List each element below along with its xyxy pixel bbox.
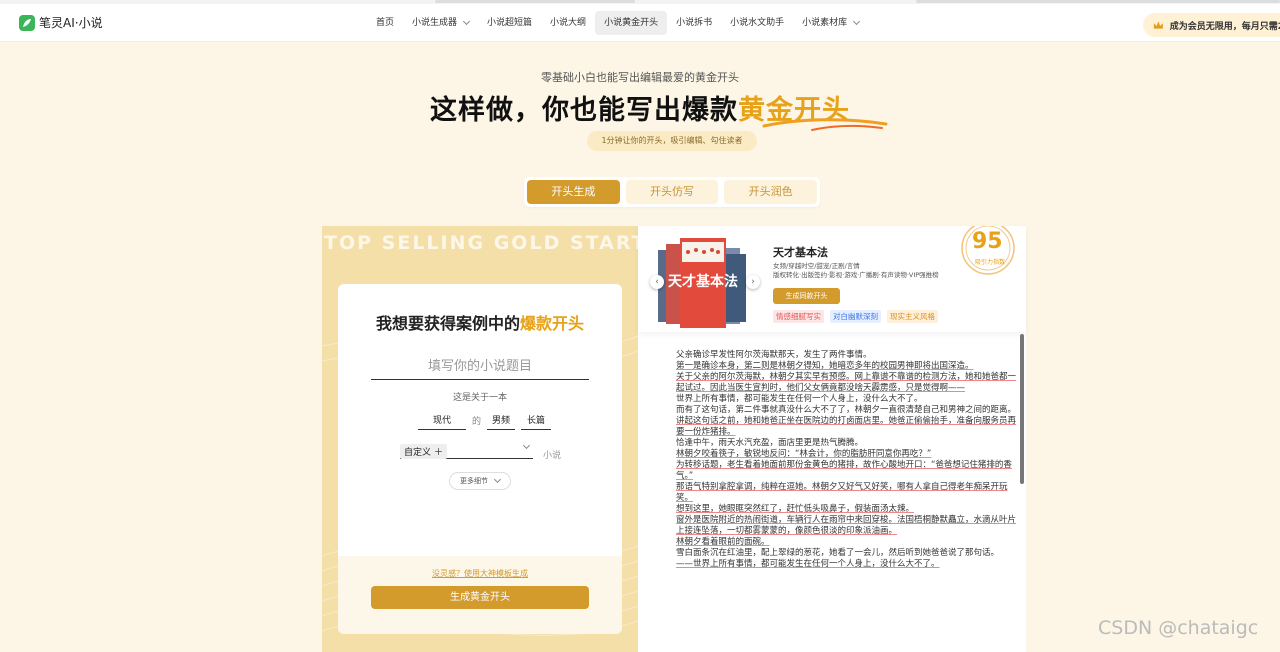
prev-arrow-icon[interactable]: ‹ [650,275,664,289]
main-nav: 首页 小说生成器 小说超短篇 小说大纲 小说黄金开头 小说拆书 小说水文助手 小… [367,11,868,35]
vip-text: 成为会员无限用，每月只需2毛 [1169,21,1280,32]
nav-item-home[interactable]: 首页 [367,11,403,35]
audience-select[interactable]: 男频 [487,413,516,430]
story-paragraph: 林朝夕看着眼前的面碗。 [676,537,770,547]
style-badge: 现实主义风格 [887,310,938,323]
more-details-button[interactable]: 更多细节 [449,472,511,490]
nav-item-book-breakdown[interactable]: 小说拆书 [667,11,721,35]
generate-button[interactable]: 生成黄金开头 [371,586,589,609]
score-label: 吸引力指数 [975,259,1006,266]
next-arrow-icon[interactable]: › [746,275,760,289]
tab-strip-segment [435,0,635,3]
tag-row: 现代 的 男频 长篇 [418,413,552,430]
custom-label: 自定义 [404,447,432,458]
of-label: 的 [472,417,482,427]
background-text: TOP SELLING GOLD START [324,232,638,254]
story-paragraph: 林朝夕咬着筷子，敏锐地反问：“林会计，你的脂肪肝同意你再吃？” [676,449,932,459]
swoosh-decoration [762,118,888,131]
hero-title: 这样做，你也能写出爆款黄金开头 [0,88,1280,127]
card-footer: 没灵感？使用大神模板生成 生成黄金开头 [338,556,622,634]
nav-item-golden-opening[interactable]: 小说黄金开头 [595,11,668,35]
top-header: 笔灵AI·小说 首页 小说生成器 小说超短篇 小说大纲 小说黄金开头 小说拆书 … [0,4,1280,42]
example-panel: 天才基本法 ‹ › 天才基本法 女频/穿越时空/甜宠/正剧/言情 版权转化·出版… [638,221,1026,652]
nav-label: 首页 [376,18,395,28]
story-paragraph: 关于父亲的阿尔茨海默，林朝夕其实早有预感。网上靠谱不靠谱的检测方法，她和她爸都一… [676,372,1017,393]
chevron-down-icon [522,441,531,450]
nav-item-outline[interactable]: 小说大纲 [541,11,595,35]
book-covers: 天才基本法 [658,238,746,328]
tab-strip-segment [916,0,1280,3]
story-paragraph: 恰逢中午，雨天水汽充盈，面店里更是热气腾腾。 [676,438,864,448]
nav-label: 小说黄金开头 [604,18,659,28]
story-text: 父亲确诊早发性阿尔茨海默那天，发生了两件事情。 第一是确诊本身，第二则是林朝夕得… [676,350,1018,570]
nav-item-short-story[interactable]: 小说超短篇 [478,11,541,35]
about-label: 这是关于一本 [452,393,507,403]
hero-title-main: 这样做，你也能写出爆款 [430,95,738,126]
nav-label: 小说超短篇 [487,18,533,28]
story-paragraph: 为转移话题，老生看着她面前那份金黄色的猪排，故作心酸地开口：“爸爸想记住猪排的香… [676,460,1012,481]
hero-subtitle: 零基础小白也能写出编辑最爱的黄金开头 [541,71,739,84]
logo[interactable]: 笔灵AI·小说 [19,14,103,31]
style-badge: 对白幽默深刻 [830,310,881,323]
card-title-main: 我想要获得案例中的 [375,314,520,333]
hero-pill: 1分钟让你的开头，吸引编辑、勾住读者 [587,131,757,151]
vip-banner[interactable]: 成为会员无限用，每月只需2毛 [1143,13,1280,37]
book-meta-rights: 版权转化·出版签约·影视·游戏·广播剧·有声读物·VIP强推榜 [773,271,939,279]
template-link[interactable]: 没灵感？使用大神模板生成 [338,568,622,579]
crown-icon [1153,21,1163,29]
nav-label: 小说生成器 [412,18,458,28]
book-cover-title: 天才基本法 [668,273,738,290]
chevron-down-icon [462,17,471,26]
nav-label: 小说拆书 [676,18,713,28]
score-seal: 95 吸引力指数 [960,221,1018,276]
custom-suffix: 小说 [543,451,562,461]
nav-item-material-library[interactable]: 小说素材库 [793,11,868,35]
story-paragraph: 第一是确诊本身，第二则是林朝夕得知，她暗恋多年的校园男神即将出国深造。 [676,361,974,371]
story-paragraph: 而有了这句话，第二件事就真没什么大不了了，林朝夕一直很清楚自己和男神之间的距离。 [676,405,1017,415]
logo-text: 笔灵AI·小说 [39,16,103,30]
plus-icon: ＋ [434,447,444,458]
chevron-down-icon [853,17,861,26]
more-details-label: 更多细节 [460,477,488,485]
genre-select[interactable]: 现代 [418,413,466,430]
nav-item-generator[interactable]: 小说生成器 [403,11,478,35]
story-paragraph: 父亲确诊早发性阿尔茨海默那天，发生了两件事情。 [676,350,872,360]
story-paragraph: 想到这里，她眼眶突然红了，赶忙低头吸鼻子，假装面汤太辣。 [676,504,915,514]
nav-item-filler-assistant[interactable]: 小说水文助手 [721,11,793,35]
story-paragraph: 世界上所有事情，都可能发生在任何一个人身上，没什么大不了。 [676,394,923,404]
feather-logo-icon [19,14,35,31]
style-badges: 情感细腻写实 对白幽默深刻 现实主义风格 [773,310,938,323]
tab-imitate[interactable]: 开头仿写 [625,180,719,204]
custom-chip[interactable]: 自定义＋ [400,443,448,459]
nav-label: 小说大纲 [550,18,587,28]
story-paragraph: 那语气特别拿腔拿调，纯粹在逗她。林朝夕又好气又好笑，哪有人拿自己得老年痴呆开玩笑… [676,482,1008,503]
novel-title-input[interactable]: 填写你的小说题目 [371,356,589,380]
nav-label: 小说素材库 [802,18,848,28]
scrollbar[interactable] [1020,334,1024,484]
style-badge: 情感细腻写实 [773,310,824,323]
watermark: CSDN @chataigc [1098,617,1259,639]
score-value: 95 [972,229,1003,254]
input-panel: TOP SELLING GOLD START 我想要获得案例中的爆款开头 填写你… [322,226,638,652]
same-style-button[interactable]: 生成同款开头 [773,288,840,304]
story-paragraph: 讲起这句话之前，她和她爸正坐在医院边的打卤面店里。她爸正偷偷抬手，准备向服务员再… [676,416,1017,437]
story-paragraph: ——世界上所有事情，都可能发生在任何一个人身上，没什么大不了。 [676,559,940,569]
nav-label: 小说水文助手 [730,18,785,28]
length-select[interactable]: 长篇 [521,413,552,430]
book-title: 天才基本法 [773,246,828,259]
book-meta: 女频/穿越时空/甜宠/正剧/言情 版权转化·出版签约·影视·游戏·广播剧·有声读… [773,262,939,280]
story-paragraph: 窗外是医院附近的热闹街道，车辆行人在雨帘中来回穿梭。法国梧桐静默矗立，水滴从叶片… [676,515,1017,536]
tab-generate[interactable]: 开头生成 [527,180,620,204]
story-paragraph: 雪白面条沉在红油里，配上翠绿的葱花，她看了一会儿，然后听到她爸爸说了那句话。 [676,548,1000,558]
card-title: 我想要获得案例中的爆款开头 [338,310,622,334]
mode-tabs: 开头生成 开头仿写 开头润色 [524,177,820,207]
chevron-down-icon [493,475,502,484]
tab-polish[interactable]: 开头润色 [724,180,818,204]
book-meta-tags: 女频/穿越时空/甜宠/正剧/言情 [773,262,860,270]
custom-type-select[interactable]: 自定义＋ [400,441,533,459]
input-card: 我想要获得案例中的爆款开头 填写你的小说题目 这是关于一本 现代 的 男频 长篇… [338,284,622,634]
book-showcase: 天才基本法 ‹ › 天才基本法 女频/穿越时空/甜宠/正剧/言情 版权转化·出版… [638,221,1026,332]
card-title-highlight: 爆款开头 [520,314,585,333]
